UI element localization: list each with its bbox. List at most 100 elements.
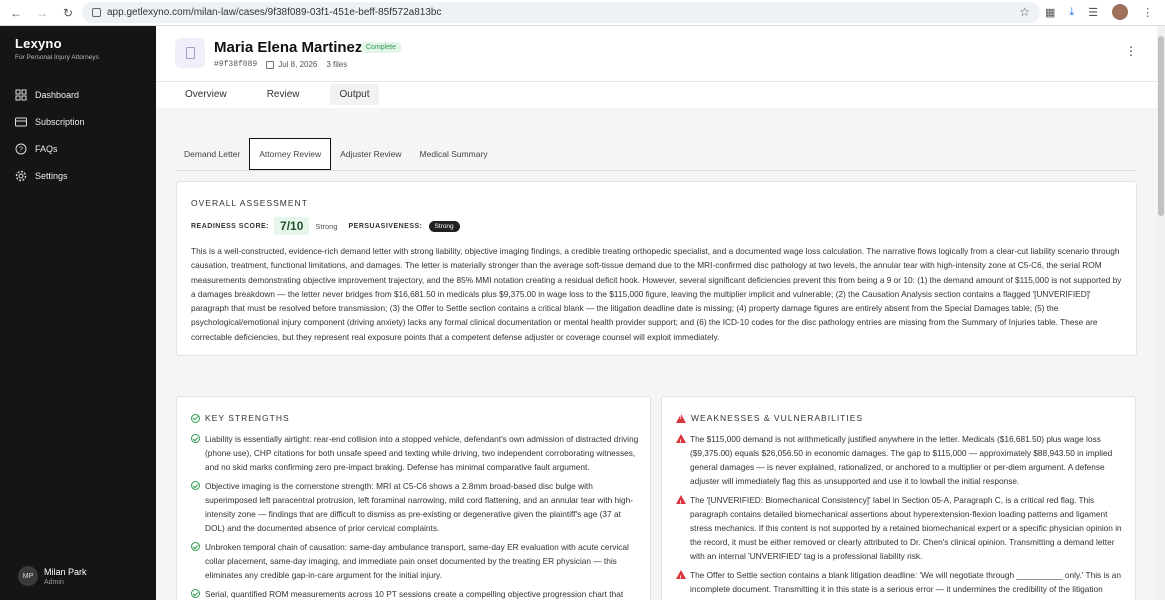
section-heading: WEAKNESSES & VULNERABILITIES [676, 413, 863, 423]
address-bar[interactable]: app.getlexyno.com/milan-law/cases/9f38f0… [82, 2, 1040, 23]
weakness-text: The $115,000 demand is not arithmeticall… [690, 434, 1113, 486]
sidebar: Lexyno For Personal Injury Attorneys Das… [0, 26, 156, 600]
avatar: MP [18, 566, 38, 586]
user-role: Admin [44, 578, 64, 586]
sidebar-item-label: Dashboard [35, 89, 80, 100]
sidebar-item-subscription[interactable]: Subscription [15, 108, 85, 135]
main-tabs: Overview Review Output [176, 84, 401, 105]
warning-icon [676, 413, 686, 423]
check-circle-icon [191, 589, 200, 598]
subtab-attorney-review[interactable]: Attorney Review [249, 137, 332, 170]
sidebar-item-label: Subscription [35, 116, 85, 127]
strength-text: Serial, quantified ROM measurements acro… [205, 589, 624, 599]
user-profile[interactable]: MP Milan Park Admin [18, 566, 87, 586]
check-circle-icon [191, 434, 200, 443]
strengths-list: Liability is essentially airtight: rear-… [191, 432, 639, 600]
back-icon[interactable]: ← [10, 6, 22, 20]
list-item: Liability is essentially airtight: rear-… [191, 432, 639, 474]
sidebar-item-settings[interactable]: Settings [15, 162, 85, 189]
subtab-demand-letter[interactable]: Demand Letter [176, 138, 249, 170]
subtab-medical-summary[interactable]: Medical Summary [411, 138, 497, 170]
check-circle-icon [191, 413, 200, 423]
persuasiveness-label: PERSUASIVENESS: [348, 222, 423, 230]
strength-text: Liability is essentially airtight: rear-… [205, 434, 639, 472]
gear-icon [15, 170, 27, 181]
weaknesses-heading: WEAKNESSES & VULNERABILITIES [691, 413, 864, 423]
weakness-text: The Offer to Settle section contains a b… [690, 570, 1122, 600]
weaknesses-list: The $115,000 demand is not arithmeticall… [676, 432, 1124, 600]
weaknesses-card: WEAKNESSES & VULNERABILITIES The $115,00… [661, 396, 1136, 600]
svg-text:?: ? [19, 146, 23, 153]
help-icon: ? [15, 143, 27, 154]
extensions-icon[interactable]: ▦ [1045, 6, 1055, 19]
browser-actions: ▦ ⤓ ☰ ⋮ [1045, 4, 1153, 20]
browser-nav: ← → ↻ [0, 6, 82, 20]
assessment-paragraph: This is a well-constructed, evidence-ric… [191, 246, 1122, 342]
tab-overview[interactable]: Overview [176, 84, 236, 105]
bookmark-star-icon[interactable]: ☆ [1019, 5, 1030, 19]
calendar-icon [266, 60, 275, 69]
main-area: Maria Elena Martinez Complete #9f38f089 … [156, 26, 1157, 600]
card-icon [15, 117, 27, 126]
list-item: Serial, quantified ROM measurements acro… [191, 587, 639, 600]
tab-output[interactable]: Output [330, 84, 379, 105]
tab-review[interactable]: Review [258, 84, 309, 105]
case-header: Maria Elena Martinez Complete #9f38f089 … [156, 26, 1157, 82]
browser-menu-icon[interactable]: ⋮ [1142, 6, 1153, 19]
warning-icon [676, 495, 686, 511]
forward-icon[interactable]: → [36, 6, 48, 20]
list-item: Objective imaging is the cornerstone str… [191, 479, 639, 535]
file-count: 3 files [326, 60, 348, 69]
media-icon[interactable]: ☰ [1088, 6, 1098, 19]
download-icon[interactable]: ⤓ [1069, 6, 1074, 19]
strength-text: Unbroken temporal chain of causation: sa… [205, 542, 629, 580]
profile-avatar[interactable] [1112, 4, 1129, 20]
readiness-word: Strong [315, 221, 338, 231]
check-circle-icon [191, 481, 200, 490]
warning-icon [676, 434, 686, 450]
weakness-text: The '[UNVERIFIED: Biomechanical Consiste… [690, 495, 1122, 561]
sub-tabs: Demand Letter Attorney Review Adjuster R… [176, 137, 1136, 171]
overall-assessment-card: OVERALL ASSESSMENT READINESS SCORE: 7/10… [176, 181, 1137, 356]
scrollbar-thumb[interactable] [1158, 36, 1164, 216]
dashboard-icon [15, 89, 27, 100]
brand[interactable]: Lexyno For Personal Injury Attorneys [15, 36, 99, 61]
section-heading: KEY STRENGTHS [191, 413, 290, 423]
more-options-icon[interactable]: ⋮ [1125, 44, 1137, 58]
output-panel: Demand Letter Attorney Review Adjuster R… [156, 108, 1157, 600]
case-id: #9f38f089 [214, 60, 258, 69]
subtab-adjuster-review[interactable]: Adjuster Review [331, 138, 410, 170]
case-meta: #9f38f089 Jul 8, 2026 3 files [214, 60, 347, 69]
strengths-heading: KEY STRENGTHS [205, 413, 290, 423]
sidebar-menu: Dashboard Subscription ? FAQs Settings [15, 81, 85, 189]
site-info-icon[interactable] [92, 8, 101, 17]
browser-toolbar: ← → ↻ app.getlexyno.com/milan-law/cases/… [0, 0, 1165, 26]
list-item: The $115,000 demand is not arithmeticall… [676, 432, 1124, 488]
sidebar-item-label: FAQs [35, 143, 58, 154]
user-name: Milan Park [44, 566, 87, 577]
warning-icon [676, 570, 686, 586]
readiness-label: READINESS SCORE: [191, 222, 270, 230]
status-badge: Complete [361, 42, 401, 53]
list-item: The '[UNVERIFIED: Biomechanical Consiste… [676, 493, 1124, 563]
list-item: Unbroken temporal chain of causation: sa… [191, 540, 639, 582]
readiness-score: 7/10 [274, 217, 310, 235]
page-title: Maria Elena Martinez [214, 39, 363, 56]
case-date: Jul 8, 2026 [278, 60, 318, 69]
document-icon [175, 38, 205, 68]
strength-text: Objective imaging is the cornerstone str… [205, 481, 633, 533]
score-row: READINESS SCORE: 7/10 Strong PERSUASIVEN… [191, 217, 460, 235]
brand-tagline: For Personal Injury Attorneys [15, 54, 99, 61]
key-strengths-card: KEY STRENGTHS Liability is essentially a… [176, 396, 651, 600]
url-text: app.getlexyno.com/milan-law/cases/9f38f0… [107, 7, 442, 18]
sidebar-item-label: Settings [35, 170, 68, 181]
persuasiveness-badge: Strong [428, 220, 460, 232]
brand-logo: Lexyno [15, 36, 62, 51]
reload-icon[interactable]: ↻ [62, 6, 74, 20]
sidebar-item-dashboard[interactable]: Dashboard [15, 81, 85, 108]
section-heading: OVERALL ASSESSMENT [191, 198, 308, 208]
list-item: The Offer to Settle section contains a b… [676, 568, 1124, 600]
check-circle-icon [191, 542, 200, 551]
sidebar-item-faqs[interactable]: ? FAQs [15, 135, 85, 162]
page-scrollbar[interactable] [1157, 26, 1165, 600]
